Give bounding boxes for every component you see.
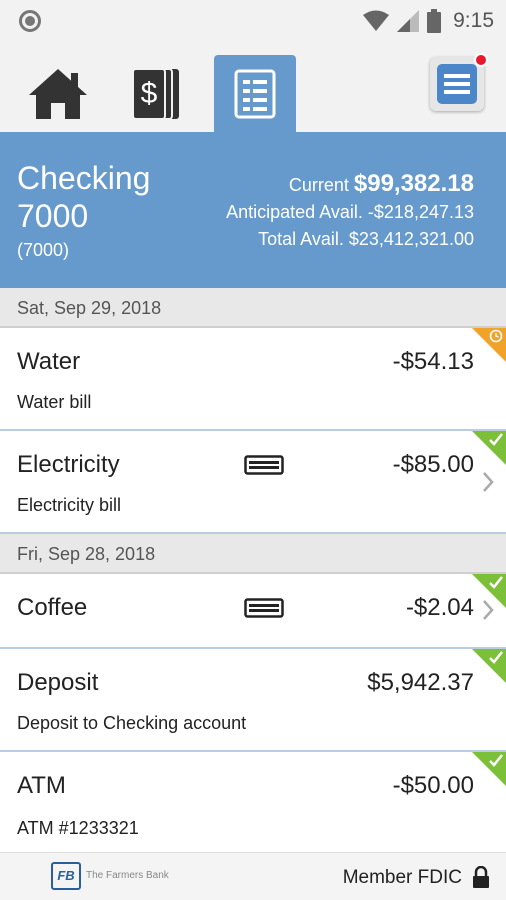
total-balance: Total Avail. $23,412,321.00 — [226, 226, 474, 253]
notification-badge — [474, 53, 488, 67]
tab-bar: $ — [0, 42, 506, 132]
transaction-description: Deposit to Checking account — [17, 713, 247, 733]
menu-icon — [437, 64, 477, 104]
tab-home[interactable] — [17, 55, 99, 132]
chevron-right-icon[interactable] — [482, 471, 494, 493]
notification-dot-icon — [19, 10, 41, 32]
status-icons: 9:15 — [363, 7, 494, 35]
dollar-cards-icon: $ — [132, 67, 179, 120]
wifi-icon — [363, 10, 390, 31]
check-icon — [489, 754, 503, 767]
menu-button[interactable] — [430, 53, 488, 111]
check-icon — [489, 433, 503, 446]
anticipated-label: Anticipated Avail. — [226, 202, 363, 222]
clock-icon — [489, 329, 503, 343]
transaction-amount: -$2.04 — [405, 594, 474, 621]
transaction-title: Electricity — [17, 451, 120, 478]
current-balance: Current $99,382.18 — [226, 170, 474, 199]
tab-register[interactable] — [214, 55, 296, 132]
check-icon — [489, 576, 503, 589]
balance-summary: Current $99,382.18 Anticipated Avail. -$… — [226, 170, 474, 253]
transaction-row[interactable]: Coffee -$2.04 — [0, 574, 506, 649]
total-label: Total Avail. — [258, 229, 344, 249]
status-bar: 9:15 — [0, 0, 506, 42]
transaction-row[interactable]: Electricity Electricity bill -$85.00 — [0, 431, 506, 534]
tab-accounts[interactable]: $ — [116, 55, 198, 132]
transaction-description: ATM #1233321 — [17, 818, 139, 838]
card-icon — [244, 598, 284, 618]
lock-icon — [473, 866, 489, 888]
current-label: Current — [288, 175, 349, 195]
date-header: Fri, Sep 28, 2018 — [0, 534, 506, 574]
anticipated-balance: Anticipated Avail. -$218,247.13 — [226, 199, 474, 226]
bank-logo: FB — [51, 862, 81, 890]
document-list-icon — [234, 69, 276, 118]
svg-text:$: $ — [141, 77, 158, 110]
transaction-row[interactable]: ATM ATM #1233321 -$50.00 — [0, 752, 506, 852]
footer: FB The Farmers Bank Member FDIC — [0, 852, 506, 900]
home-icon — [29, 68, 87, 119]
transaction-title: Coffee — [17, 594, 88, 621]
account-header: Checking 7000 (7000) Current $99,382.18 … — [0, 132, 506, 288]
transaction-amount: -$54.13 — [392, 348, 474, 375]
transaction-row[interactable]: Water Water bill -$54.13 — [0, 328, 506, 431]
total-value: $23,412,321.00 — [348, 229, 474, 249]
date-header: Sat, Sep 29, 2018 — [0, 288, 506, 328]
transaction-title: Water — [17, 348, 81, 375]
status-time: 9:15 — [453, 9, 494, 32]
current-value: $99,382.18 — [353, 170, 474, 197]
signal-icon — [397, 10, 420, 32]
transaction-title: ATM — [17, 772, 66, 799]
transaction-amount: -$85.00 — [392, 451, 474, 478]
bank-name: The Farmers Bank — [86, 870, 169, 881]
battery-icon — [427, 9, 442, 33]
transaction-description: Electricity bill — [17, 495, 122, 515]
transaction-title: Deposit — [17, 669, 99, 696]
fdic-label: Member FDIC — [342, 867, 462, 888]
transaction-amount: -$50.00 — [392, 772, 474, 799]
check-icon — [489, 651, 503, 664]
card-icon — [244, 455, 284, 475]
anticipated-value: -$218,247.13 — [367, 202, 474, 222]
transaction-description: Water bill — [17, 392, 92, 412]
transaction-amount: $5,942.37 — [367, 669, 474, 696]
transaction-row[interactable]: Deposit Deposit to Checking account $5,9… — [0, 649, 506, 752]
account-name: Checking 7000 — [17, 160, 151, 234]
account-number: (7000) — [17, 240, 70, 260]
